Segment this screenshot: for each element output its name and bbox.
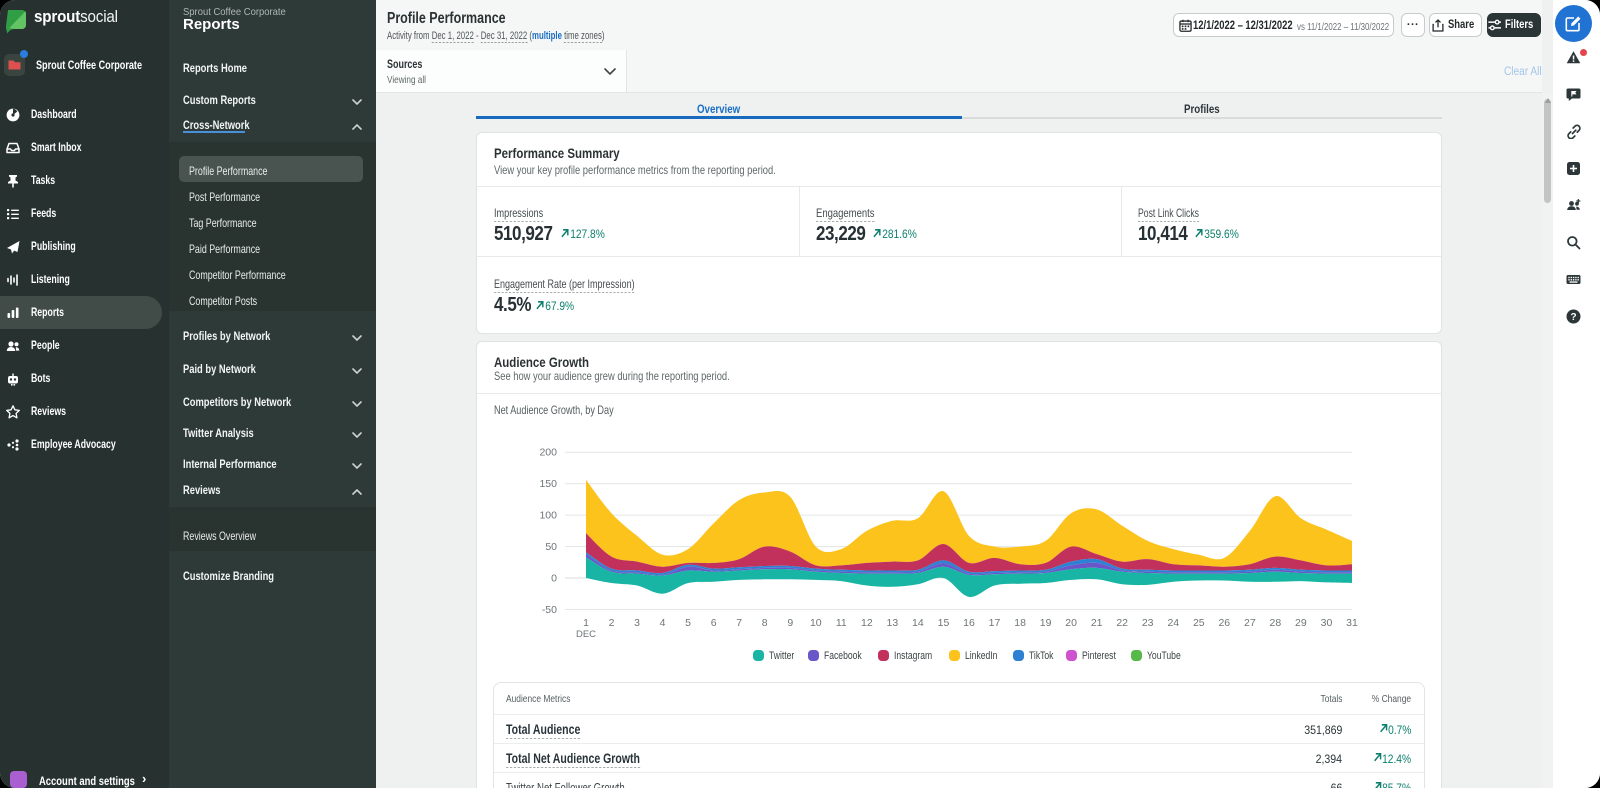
svg-text:3: 3 xyxy=(634,617,640,629)
svg-text:7: 7 xyxy=(736,617,742,629)
svg-text:-50: -50 xyxy=(542,604,557,616)
svg-text:100: 100 xyxy=(539,510,557,522)
svg-text:8: 8 xyxy=(762,617,768,629)
svg-text:1: 1 xyxy=(583,617,589,629)
svg-text:20: 20 xyxy=(1065,617,1077,629)
svg-text:29: 29 xyxy=(1295,617,1307,629)
svg-text:22: 22 xyxy=(1116,617,1128,629)
svg-text:30: 30 xyxy=(1321,617,1333,629)
svg-text:?: ? xyxy=(1570,312,1576,323)
svg-text:50: 50 xyxy=(545,541,557,553)
svg-text:24: 24 xyxy=(1167,617,1179,629)
svg-text:11: 11 xyxy=(836,617,847,629)
svg-text:28: 28 xyxy=(1270,617,1282,629)
svg-text:12: 12 xyxy=(861,617,873,629)
svg-text:6: 6 xyxy=(711,617,717,629)
svg-text:17: 17 xyxy=(989,617,1001,629)
svg-text:27: 27 xyxy=(1244,617,1256,629)
svg-text:23: 23 xyxy=(1142,617,1154,629)
svg-text:14: 14 xyxy=(912,617,924,629)
svg-text:25: 25 xyxy=(1193,617,1205,629)
svg-text:19: 19 xyxy=(1040,617,1052,629)
svg-text:18: 18 xyxy=(1014,617,1026,629)
svg-text:200: 200 xyxy=(539,447,557,459)
svg-text:21: 21 xyxy=(1091,617,1103,629)
svg-text:150: 150 xyxy=(539,478,557,490)
svg-text:26: 26 xyxy=(1218,617,1230,629)
svg-text:31: 31 xyxy=(1346,617,1358,629)
svg-text:0: 0 xyxy=(551,573,557,585)
svg-text:5: 5 xyxy=(685,617,691,629)
svg-text:2: 2 xyxy=(609,617,615,629)
svg-text:10: 10 xyxy=(810,617,822,629)
svg-text:4: 4 xyxy=(660,617,666,629)
svg-text:DEC: DEC xyxy=(576,629,596,640)
svg-text:9: 9 xyxy=(787,617,793,629)
svg-text:15: 15 xyxy=(938,617,950,629)
svg-text:16: 16 xyxy=(963,617,975,629)
svg-text:13: 13 xyxy=(887,617,899,629)
